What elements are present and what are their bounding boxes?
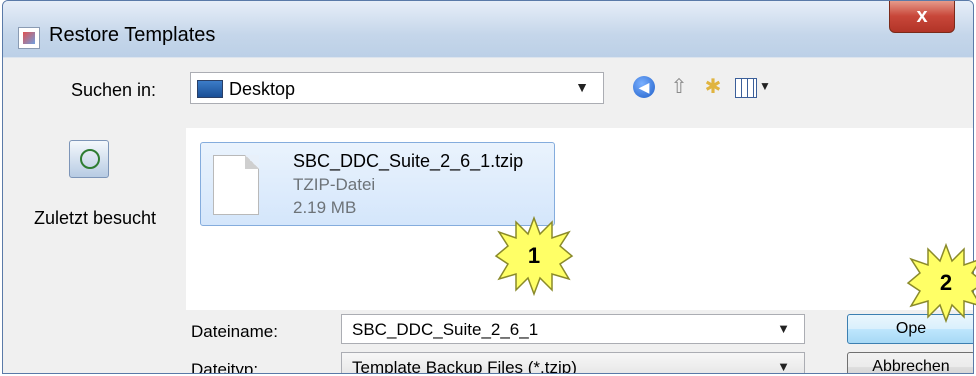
new-folder-icon[interactable]: ✱ (700, 74, 726, 100)
dialog-icon (18, 27, 40, 49)
places-bar: Zuletzt besucht (11, 130, 179, 250)
back-icon[interactable]: ◀ (633, 76, 655, 98)
chevron-down-icon[interactable]: ▼ (575, 79, 589, 95)
filename-value[interactable]: SBC_DDC_Suite_2_6_1 (352, 320, 538, 340)
filetype-value: Template Backup Files (*.tzip) (352, 358, 577, 374)
document-icon (213, 155, 259, 215)
file-name: SBC_DDC_Suite_2_6_1.tzip (293, 151, 524, 171)
callout-badge-1: 1 (494, 216, 574, 296)
close-button[interactable]: x (889, 1, 955, 33)
views-menu-icon[interactable] (735, 78, 757, 98)
lookin-label: Suchen in: (71, 80, 157, 100)
lookin-dropdown[interactable]: Desktop ▼ (190, 72, 604, 104)
filename-chevron-down-icon[interactable]: ▼ (777, 321, 790, 336)
filename-label: Dateiname: (191, 322, 278, 341)
filetype-chevron-down-icon[interactable]: ▼ (777, 359, 790, 373)
callout-badge-2: 2 (906, 243, 976, 323)
file-type: TZIP-Datei (293, 175, 376, 194)
up-folder-icon[interactable]: ⇧ (666, 74, 692, 100)
restore-templates-dialog: Restore Templates x Suchen in: Desktop ▼… (2, 0, 974, 374)
filename-input[interactable]: SBC_DDC_Suite_2_6_1 ▼ (341, 314, 805, 344)
callout-number-2: 2 (939, 270, 953, 295)
views-chevron-down-icon[interactable]: ▼ (759, 79, 771, 93)
dialog-body: Suchen in: Desktop ▼ ◀ ⇧ ✱ ▼ Zuletzt bes… (11, 58, 973, 374)
recent-places-label[interactable]: Zuletzt besucht (11, 208, 179, 229)
desktop-icon (197, 80, 223, 98)
file-list[interactable]: SBC_DDC_Suite_2_6_1.tzip TZIP-Datei 2.19… (186, 128, 973, 310)
file-size: 2.19 MB (293, 198, 357, 217)
recent-places-icon[interactable] (69, 140, 109, 178)
lookin-value: Desktop (229, 79, 296, 99)
callout-number-1: 1 (527, 243, 541, 268)
dialog-title: Restore Templates (49, 24, 216, 46)
filetype-dropdown[interactable]: Template Backup Files (*.tzip) ▼ (341, 352, 805, 374)
file-item-selected[interactable]: SBC_DDC_Suite_2_6_1.tzip TZIP-Datei 2.19… (200, 142, 555, 226)
title-bar: Restore Templates x (3, 1, 973, 57)
cancel-button[interactable]: Abbrechen (847, 352, 973, 373)
filetype-label: Dateityp: (191, 360, 259, 374)
